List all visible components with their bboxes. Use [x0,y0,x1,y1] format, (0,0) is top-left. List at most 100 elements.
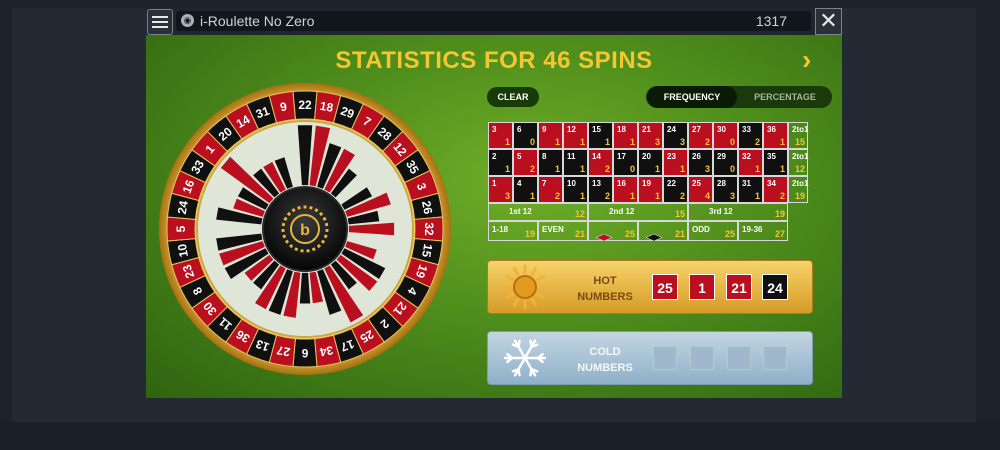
number-cell[interactable]: 13 2 [588,176,613,203]
hamburger-menu-button[interactable] [147,9,173,35]
number-cell[interactable]: 28 3 [713,176,738,203]
cell-count: 1 [754,191,760,201]
outside-label: ODD [692,225,710,234]
number-cell[interactable]: 15 1 [588,122,613,149]
number-cell[interactable]: 17 0 [613,149,638,176]
outside-bet-cell[interactable]: ODD 25 [688,221,738,241]
cell-count: 2 [704,137,710,147]
number-cell[interactable]: 11 1 [563,149,588,176]
cold-number-slot [763,346,787,370]
cell-number: 4 [517,179,522,188]
number-cell[interactable]: 14 2 [588,149,613,176]
cell-count: 2 [529,164,535,174]
number-cell[interactable]: 30 0 [713,122,738,149]
number-cell[interactable]: 25 4 [688,176,713,203]
number-cell[interactable]: 10 1 [563,176,588,203]
cold-numbers-label: COLD NUMBERS [560,344,650,376]
cell-count: 12 [794,164,805,174]
app-title: i-Roulette No Zero [200,13,315,29]
number-cell[interactable]: 31 1 [738,176,763,203]
number-cell[interactable]: 27 2 [688,122,713,149]
number-cell[interactable]: 16 1 [613,176,638,203]
dozen-label: 1st 12 [509,207,532,216]
number-cell[interactable]: 23 1 [663,149,688,176]
cell-number: 7 [542,179,547,188]
hot-numbers-label: HOT NUMBERS [560,273,650,305]
number-cell[interactable]: 32 1 [738,149,763,176]
outside-bet-cell[interactable]: 25 [588,221,638,242]
number-cell[interactable]: 41 [513,176,538,203]
cell-number: 22 [667,179,676,188]
cell-number: 5 [517,152,522,161]
number-cell[interactable]: 72 [538,176,563,203]
outside-label: EVEN [542,225,564,234]
cell-count: 1 [504,164,510,174]
cell-number: 10 [567,179,576,188]
outside-bet-cell[interactable]: 19-36 27 [738,221,788,241]
column-bet-cell[interactable]: 2to1 19 [788,176,808,203]
column-bet-cell[interactable]: 2to1 15 [788,122,808,149]
tab-percentage[interactable]: PERCENTAGE [741,86,829,108]
cell-number: 2 [492,152,497,161]
number-cell[interactable]: 35 1 [763,149,788,176]
cell-count: 1 [579,164,585,174]
tab-frequency[interactable]: FREQUENCY [647,86,737,108]
clear-button[interactable]: CLEAR [487,87,539,107]
cell-count: 2 [604,164,610,174]
cell-number: 34 [767,179,776,188]
number-cell[interactable]: 21 [488,149,513,176]
number-cell[interactable]: 21 3 [638,122,663,149]
cell-number: 12 [567,125,576,134]
dozen-bet-cell[interactable]: 2nd 12 15 [588,203,688,221]
wheel-pocket-number: 32 [422,222,436,236]
roulette-wheel: 22 18 297281235326321519421225173462713361… [159,83,451,375]
number-cell[interactable]: 19 1 [638,176,663,203]
cell-number: 28 [717,179,726,188]
outside-count: 21 [674,229,685,239]
number-cell[interactable]: 20 1 [638,149,663,176]
outside-bet-cell[interactable]: EVEN 21 [538,221,588,241]
wheel-pocket-number: 6 [301,346,308,360]
outside-bet-cell[interactable]: 1-18 19 [488,221,538,241]
number-cell[interactable]: 12 1 [563,122,588,149]
number-cell[interactable]: 24 3 [663,122,688,149]
cell-number: 3 [492,125,497,134]
cell-number: 8 [542,152,547,161]
number-cell[interactable]: 91 [538,122,563,149]
dozen-bet-cell[interactable]: 1st 12 12 [488,203,588,221]
cell-number: 6 [517,125,522,134]
number-cell[interactable]: 13 [488,176,513,203]
cell-number: 20 [642,152,651,161]
game-area: STATISTICS FOR 46 SPINS › 22 18 29 7 28 12 35 3… [146,35,842,398]
number-cell[interactable]: 22 2 [663,176,688,203]
number-cell[interactable]: 34 2 [763,176,788,203]
number-cell[interactable]: 81 [538,149,563,176]
black-diamond-icon [645,228,663,242]
number-cell[interactable]: 18 1 [613,122,638,149]
hot-numbers-panel: HOT NUMBERS 25 1 21 24 [487,260,813,314]
number-cell[interactable]: 52 [513,149,538,176]
number-cell[interactable]: 33 2 [738,122,763,149]
number-cell[interactable]: 29 0 [713,149,738,176]
sun-icon [502,264,548,310]
dozen-bet-cell[interactable]: 3rd 12 19 [688,203,788,221]
dozen-label: 3rd 12 [709,207,733,216]
close-button[interactable]: ✕ [815,8,842,35]
number-cell[interactable]: 26 3 [688,149,713,176]
number-cell[interactable]: 31 [488,122,513,149]
wheel-pocket-number: 5 [174,225,188,232]
cell-number: 2to1 [792,179,809,188]
number-cell[interactable]: 60 [513,122,538,149]
hamburger-icon-line [152,21,168,23]
wheel-pocket-number: 22 [298,98,312,112]
column-bet-cell[interactable]: 2to1 12 [788,149,808,176]
cell-number: 9 [542,125,547,134]
outside-bet-cell[interactable]: 21 [638,221,688,242]
number-cell[interactable]: 36 1 [763,122,788,149]
hot-number: 21 [726,274,752,300]
next-arrow-button[interactable]: › [802,45,826,75]
cold-numbers-panel: COLD NUMBERS [487,331,813,385]
cell-number: 36 [767,125,776,134]
cell-count: 1 [554,164,560,174]
hamburger-icon-line [152,26,168,28]
